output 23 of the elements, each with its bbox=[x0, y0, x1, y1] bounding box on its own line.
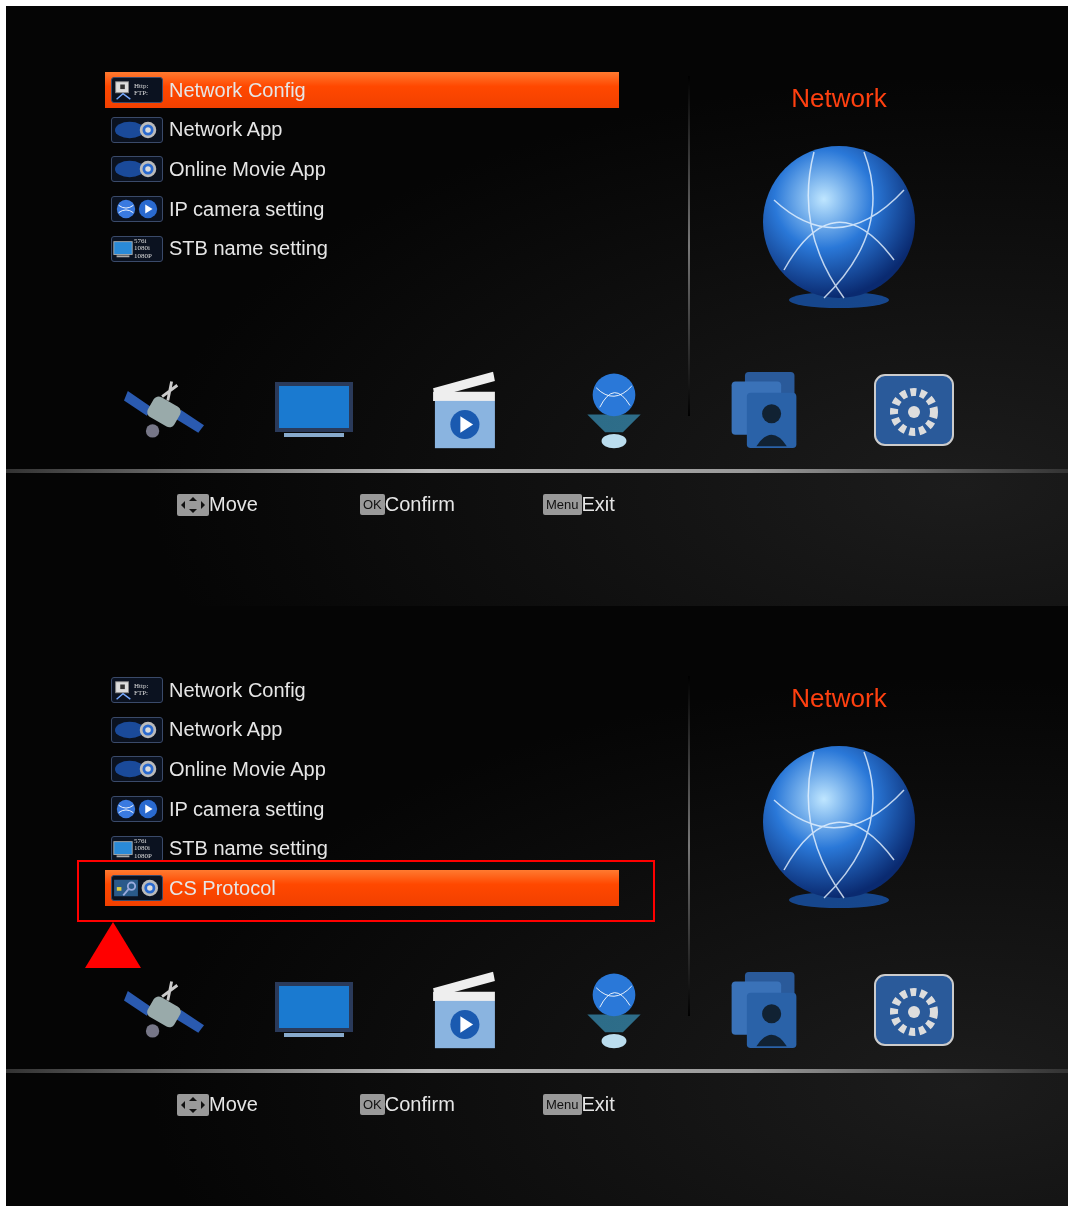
menu-item[interactable]: IP camera setting bbox=[105, 791, 619, 828]
computer-icon bbox=[112, 79, 134, 101]
menu-item[interactable]: Online Movie App bbox=[105, 151, 619, 188]
menu-item[interactable]: IP camera setting bbox=[105, 191, 619, 228]
pointer-arrow-icon bbox=[85, 922, 141, 969]
remote-key: OK bbox=[360, 494, 385, 515]
menu-item[interactable]: Network App bbox=[105, 711, 619, 748]
hint-label: Exit bbox=[581, 493, 615, 516]
remote-key: OK bbox=[360, 1094, 385, 1115]
hint-label: Move bbox=[209, 493, 258, 516]
remote-key: Menu bbox=[543, 1094, 582, 1115]
remote-key: Menu bbox=[543, 494, 582, 515]
hint-label: Confirm bbox=[384, 493, 455, 516]
hint-label: Confirm bbox=[384, 1093, 455, 1116]
hint-label: Move bbox=[209, 1093, 258, 1116]
hint-label: Exit bbox=[581, 1093, 615, 1116]
menu-item[interactable]: Network App bbox=[105, 111, 619, 148]
arrow-keys-icon bbox=[177, 493, 209, 516]
panel-title: Network bbox=[791, 83, 887, 114]
panel-title: Network bbox=[791, 683, 887, 714]
menu-item[interactable]: Online Movie App bbox=[105, 751, 619, 788]
computer-icon bbox=[112, 679, 134, 701]
arrow-keys-icon bbox=[177, 1093, 209, 1116]
